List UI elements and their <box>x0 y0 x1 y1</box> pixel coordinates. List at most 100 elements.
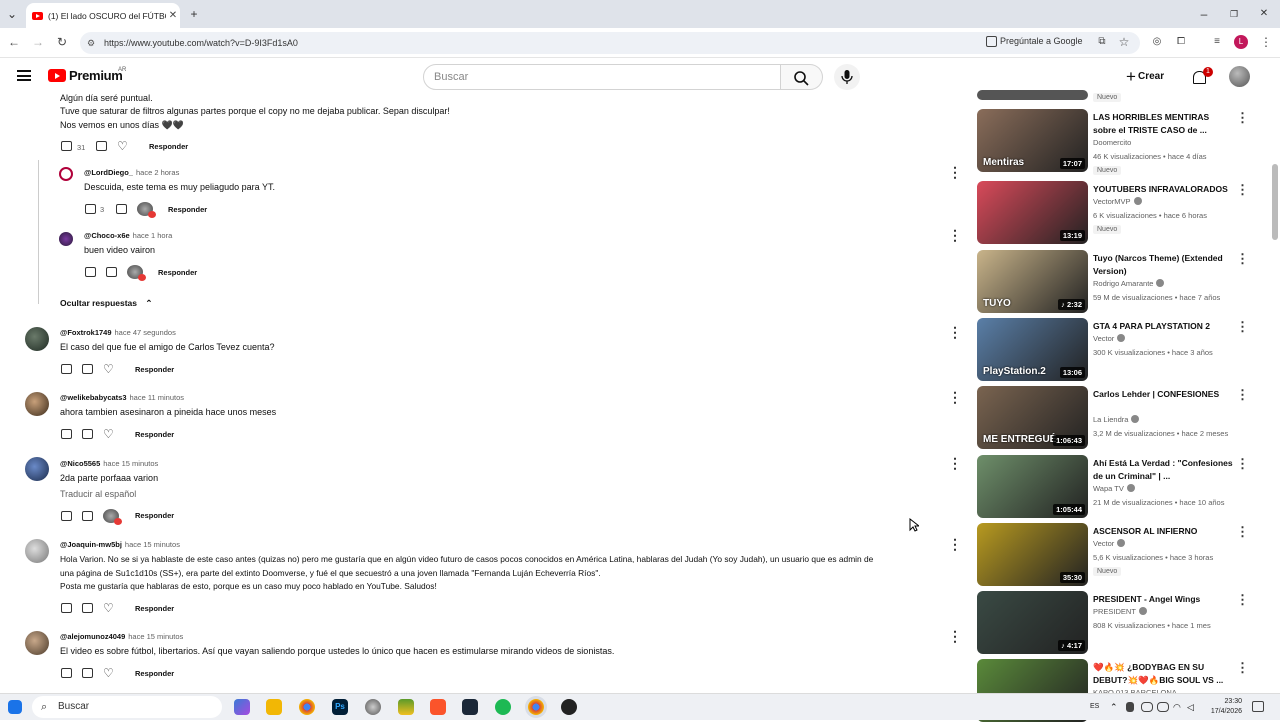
photoshop-icon[interactable]: Ps <box>332 699 348 715</box>
file-explorer-icon[interactable] <box>266 699 282 715</box>
menu-icon[interactable] <box>17 70 31 81</box>
dislike-icon[interactable] <box>106 267 117 277</box>
reply-button[interactable]: Responder <box>149 142 188 151</box>
comment-author[interactable]: @Joaquin-mw5bj hace 15 minutos <box>60 540 180 549</box>
channel-name[interactable]: Vector <box>1093 539 1126 548</box>
puzzle-icon[interactable]: ⧠ <box>1173 33 1189 51</box>
search-input[interactable]: Buscar <box>423 64 781 90</box>
browser-menu-icon[interactable]: ⋮ <box>1258 33 1274 51</box>
copilot-icon[interactable] <box>234 699 250 715</box>
chrome-icon[interactable] <box>299 699 315 715</box>
more-options-icon[interactable]: ⋮ <box>1236 661 1249 674</box>
avatar[interactable] <box>25 457 49 481</box>
media-icon[interactable]: ≡ <box>1209 33 1225 51</box>
comment-author[interactable]: @LordDiego_ hace 2 horas <box>84 168 179 177</box>
app-icon[interactable] <box>398 699 414 715</box>
forward-icon[interactable]: → <box>30 33 46 51</box>
volume-icon[interactable]: ◁ <box>1187 702 1197 712</box>
video-thumbnail[interactable]: 35:30 <box>977 523 1088 586</box>
translate-link[interactable]: Traducir al español <box>60 489 136 499</box>
ask-google-button[interactable]: Pregúntale a Google <box>986 32 1083 50</box>
more-options-icon[interactable]: ⋮ <box>948 537 962 551</box>
profile-avatar[interactable]: L <box>1234 35 1248 49</box>
dislike-icon[interactable] <box>116 204 127 214</box>
more-options-icon[interactable]: ⋮ <box>1236 388 1249 401</box>
like-icon[interactable] <box>61 511 72 521</box>
like-icon[interactable] <box>61 141 72 151</box>
bookmark-star-icon[interactable]: ☆ <box>1116 33 1132 51</box>
more-options-icon[interactable]: ⋮ <box>948 390 962 404</box>
more-options-icon[interactable]: ⋮ <box>948 456 962 470</box>
channel-name[interactable]: Doomercito <box>1093 138 1131 147</box>
comment-author[interactable]: @alejomunoz4049 hace 15 minutos <box>60 632 183 641</box>
close-tab-icon[interactable]: ✕ <box>166 10 180 21</box>
video-title[interactable]: ASCENSOR AL INFIERNO <box>1093 525 1233 538</box>
more-options-icon[interactable]: ⋮ <box>948 165 962 179</box>
install-app-icon[interactable]: ⧉ <box>1094 33 1110 51</box>
wifi-icon[interactable]: ◠ <box>1173 702 1185 712</box>
close-window-icon[interactable]: ✕ <box>1256 6 1272 22</box>
video-thumbnail[interactable]: Mentiras 17:07 <box>977 109 1088 172</box>
avatar[interactable] <box>25 327 49 351</box>
like-icon[interactable] <box>61 603 72 613</box>
video-title[interactable]: Ahí Está La Verdad : "Confesiones de un … <box>1093 457 1233 483</box>
tab-search-icon[interactable]: ⌄ <box>4 6 20 22</box>
video-title[interactable]: GTA 4 PARA PLAYSTATION 2 <box>1093 320 1233 333</box>
like-icon[interactable] <box>61 668 72 678</box>
browser-tab[interactable]: (1) El lado OSCURO del FÚTBOL ✕ <box>26 3 180 28</box>
more-options-icon[interactable]: ⋮ <box>1236 457 1249 470</box>
heart-icon[interactable]: ♡ <box>117 140 128 152</box>
video-title[interactable]: Carlos Lehder | CONFESIONES <box>1093 388 1233 401</box>
app-icon[interactable] <box>365 699 381 715</box>
comment-author[interactable]: @Foxtrok1749 hace 47 segundos <box>60 328 176 337</box>
dislike-icon[interactable] <box>82 364 93 374</box>
dislike-icon[interactable] <box>82 668 93 678</box>
comment-author[interactable]: @welikebabycats3 hace 11 minutos <box>60 393 184 402</box>
more-options-icon[interactable]: ⋮ <box>948 325 962 339</box>
heart-icon[interactable]: ♡ <box>103 363 114 375</box>
more-options-icon[interactable]: ⋮ <box>948 629 962 643</box>
minimize-icon[interactable]: – <box>1196 6 1212 22</box>
heart-icon[interactable]: ♡ <box>103 602 114 614</box>
video-title[interactable]: PRESIDENT - Angel Wings <box>1093 593 1233 606</box>
language-indicator[interactable]: ES <box>1090 703 1099 710</box>
user-avatar[interactable] <box>1229 66 1250 87</box>
heart-icon[interactable]: ♡ <box>103 428 114 440</box>
reply-button[interactable]: Responder <box>135 511 174 520</box>
new-tab-icon[interactable]: + <box>186 6 202 22</box>
url-field[interactable]: ⚙ https://www.youtube.com/watch?v=D-9I3F… <box>80 32 1140 54</box>
windows-start-icon[interactable] <box>8 700 22 714</box>
extension-icon[interactable]: ◎ <box>1149 33 1165 51</box>
avatar[interactable] <box>25 539 49 563</box>
more-options-icon[interactable]: ⋮ <box>1236 111 1249 124</box>
clock[interactable]: 23:30 17/4/2026 <box>1198 697 1242 717</box>
youtube-logo-icon[interactable] <box>48 69 66 82</box>
video-thumbnail[interactable]: ♪ 4:17 <box>977 591 1088 654</box>
search-button[interactable] <box>781 64 823 90</box>
channel-name[interactable]: Rodrigo Amarante <box>1093 279 1165 288</box>
like-icon[interactable] <box>61 429 72 439</box>
site-info-icon[interactable]: ⚙ <box>87 32 95 54</box>
chrome-active-icon[interactable] <box>528 699 544 715</box>
reload-icon[interactable]: ↻ <box>54 33 70 51</box>
more-options-icon[interactable]: ⋮ <box>1236 252 1249 265</box>
steam-icon[interactable] <box>462 699 478 715</box>
restore-icon[interactable]: ❐ <box>1226 6 1242 22</box>
taskbar-search-input[interactable]: ⌕ Buscar <box>32 696 222 718</box>
video-title[interactable]: ❤️🔥💥 ¿BODYBAG EN SU DEBUT?💥❤️🔥BIG SOUL V… <box>1093 661 1233 687</box>
channel-name[interactable]: PRESIDENT <box>1093 607 1147 616</box>
avatar[interactable] <box>59 167 73 181</box>
video-title[interactable]: Tuyo (Narcos Theme) (Extended Version) <box>1093 252 1233 278</box>
video-thumbnail-partial[interactable] <box>977 90 1088 100</box>
mic-tray-icon[interactable] <box>1126 702 1134 712</box>
dislike-icon[interactable] <box>82 603 93 613</box>
more-options-icon[interactable]: ⋮ <box>1236 593 1249 606</box>
notification-center-icon[interactable] <box>1252 701 1264 712</box>
dislike-icon[interactable] <box>82 511 93 521</box>
avatar[interactable] <box>25 392 49 416</box>
channel-name[interactable]: La Liendra <box>1093 415 1140 424</box>
like-icon[interactable] <box>85 267 96 277</box>
more-options-icon[interactable]: ⋮ <box>948 228 962 242</box>
back-icon[interactable]: ← <box>6 33 22 51</box>
video-thumbnail[interactable]: 13:19 <box>977 181 1088 244</box>
